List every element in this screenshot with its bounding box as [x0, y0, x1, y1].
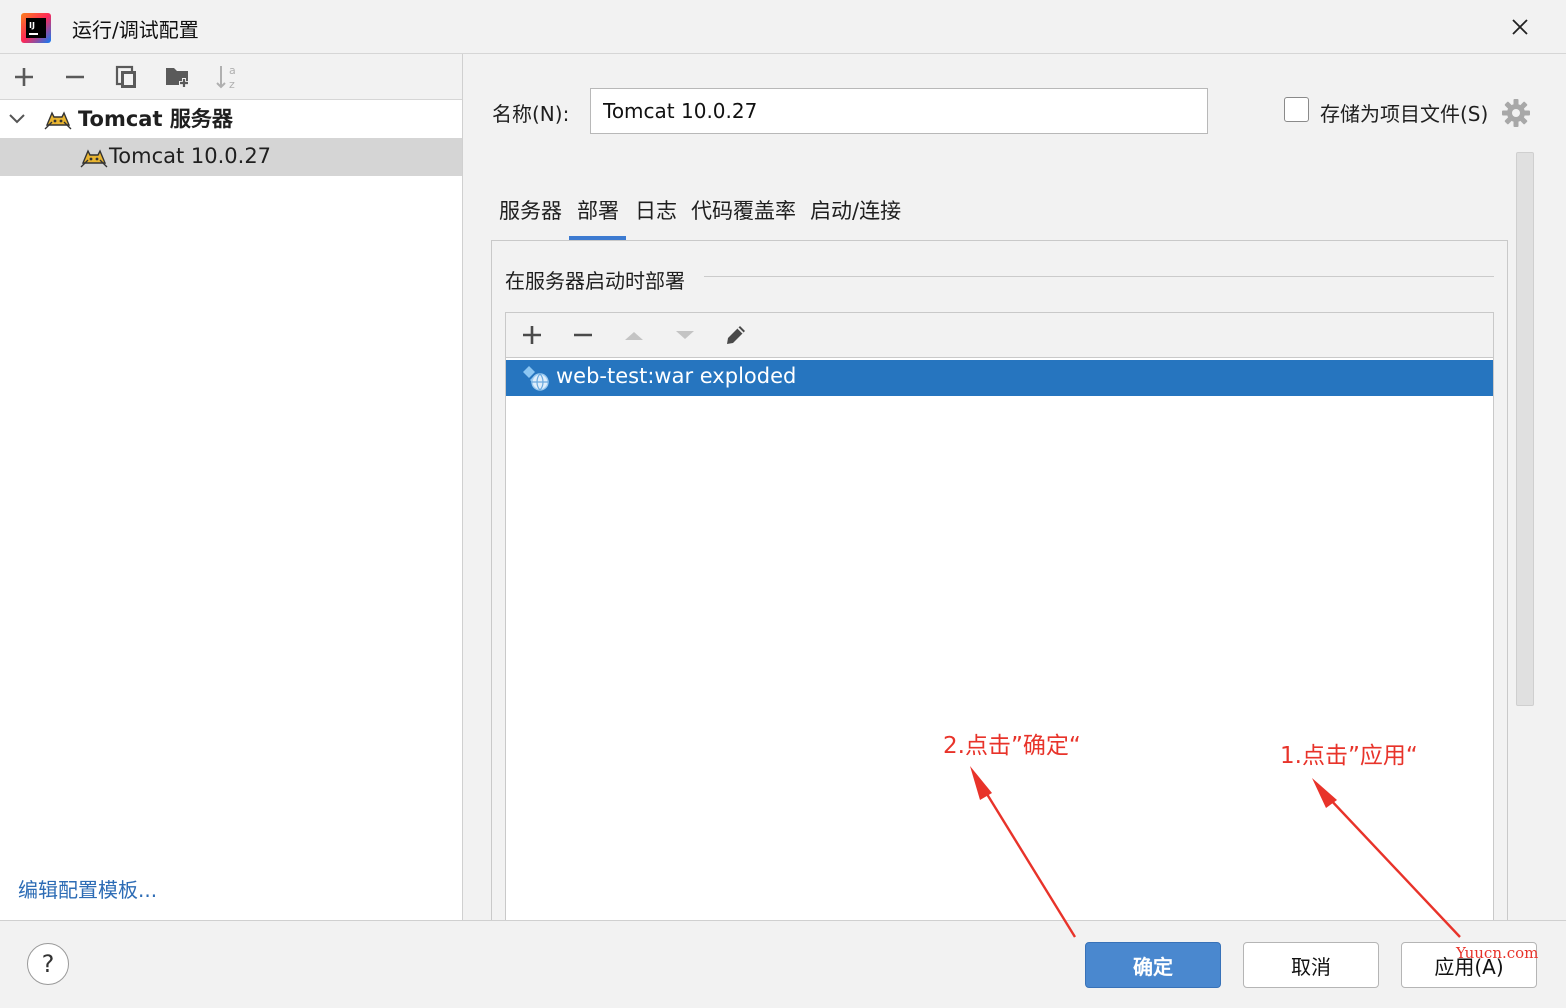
tree-item-tomcat-config[interactable]: Tomcat 10.0.27: [0, 138, 462, 176]
help-button[interactable]: ?: [27, 943, 69, 985]
tab-code-coverage[interactable]: 代码覆盖率: [691, 196, 796, 236]
copy-config-button[interactable]: [110, 62, 142, 92]
svg-text:a: a: [229, 64, 236, 77]
triangle-up-icon: [625, 332, 643, 340]
move-down-button[interactable]: [669, 320, 701, 350]
move-up-button[interactable]: [618, 320, 650, 350]
tab-server[interactable]: 服务器: [499, 196, 562, 236]
gear-icon[interactable]: [1500, 97, 1532, 129]
tree-toolbar: az: [0, 54, 462, 100]
deploy-toolbar: [505, 312, 1494, 358]
store-as-project-file-checkbox[interactable]: [1284, 97, 1309, 122]
svg-text:z: z: [229, 78, 235, 91]
remove-artifact-button[interactable]: [567, 320, 599, 350]
edit-templates-link[interactable]: 编辑配置模板...: [18, 874, 157, 903]
tree-group-label: Tomcat 服务器: [78, 107, 233, 131]
store-as-project-file-label[interactable]: 存储为项目文件(S): [1320, 98, 1488, 127]
name-input[interactable]: [590, 88, 1208, 134]
add-config-button[interactable]: [8, 62, 40, 92]
window-title: 运行/调试配置: [72, 18, 199, 42]
watermark: Yuucn.com: [1456, 944, 1539, 962]
new-folder-button[interactable]: [162, 62, 194, 92]
sort-button[interactable]: az: [212, 62, 244, 92]
annotation-step2: 2.点击”确定“: [943, 733, 1081, 759]
tree-group-tomcat[interactable]: Tomcat 服务器: [0, 101, 462, 138]
vertical-scrollbar[interactable]: [1516, 152, 1534, 706]
plus-icon: [523, 326, 541, 344]
svg-text:IJ: IJ: [29, 21, 35, 30]
folder-add-icon: [166, 68, 189, 88]
configuration-tree-panel: az Tomcat 服务器 Tomcat 10.0.27 编辑配置模板...: [0, 54, 463, 920]
tree-item-label: Tomcat 10.0.27: [109, 144, 272, 168]
minus-icon: [574, 333, 592, 337]
triangle-down-icon: [676, 331, 694, 339]
name-label: 名称(N):: [492, 102, 570, 126]
annotation-step1: 1.点击”应用“: [1280, 743, 1418, 769]
intellij-icon: IJ: [21, 13, 51, 43]
copy-icon: [115, 65, 136, 88]
close-button[interactable]: [1500, 8, 1540, 46]
tab-startup-connection[interactable]: 启动/连接: [810, 196, 901, 236]
web-artifact-icon: [523, 366, 549, 391]
tab-logs[interactable]: 日志: [635, 196, 677, 236]
tab-deployment[interactable]: 部署: [577, 196, 619, 236]
add-artifact-button[interactable]: [516, 320, 548, 350]
remove-config-button[interactable]: [59, 62, 91, 92]
artifact-list[interactable]: [505, 357, 1494, 930]
tomcat-icon: [80, 149, 108, 168]
ok-button[interactable]: 确定: [1085, 942, 1221, 988]
chevron-down-icon[interactable]: [8, 112, 26, 126]
pencil-icon: [727, 326, 745, 344]
sort-alpha-icon: az: [216, 64, 236, 91]
close-icon: [1512, 19, 1528, 35]
deploy-section-title: 在服务器启动时部署: [505, 269, 685, 293]
cancel-button[interactable]: 取消: [1243, 942, 1379, 988]
title-bar: [0, 0, 1566, 54]
plus-icon: [15, 68, 33, 86]
artifact-label: web-test:war exploded: [556, 364, 797, 388]
tomcat-icon: [44, 111, 72, 130]
section-divider: [704, 276, 1494, 277]
minus-icon: [66, 75, 84, 79]
edit-artifact-button[interactable]: [720, 320, 752, 350]
